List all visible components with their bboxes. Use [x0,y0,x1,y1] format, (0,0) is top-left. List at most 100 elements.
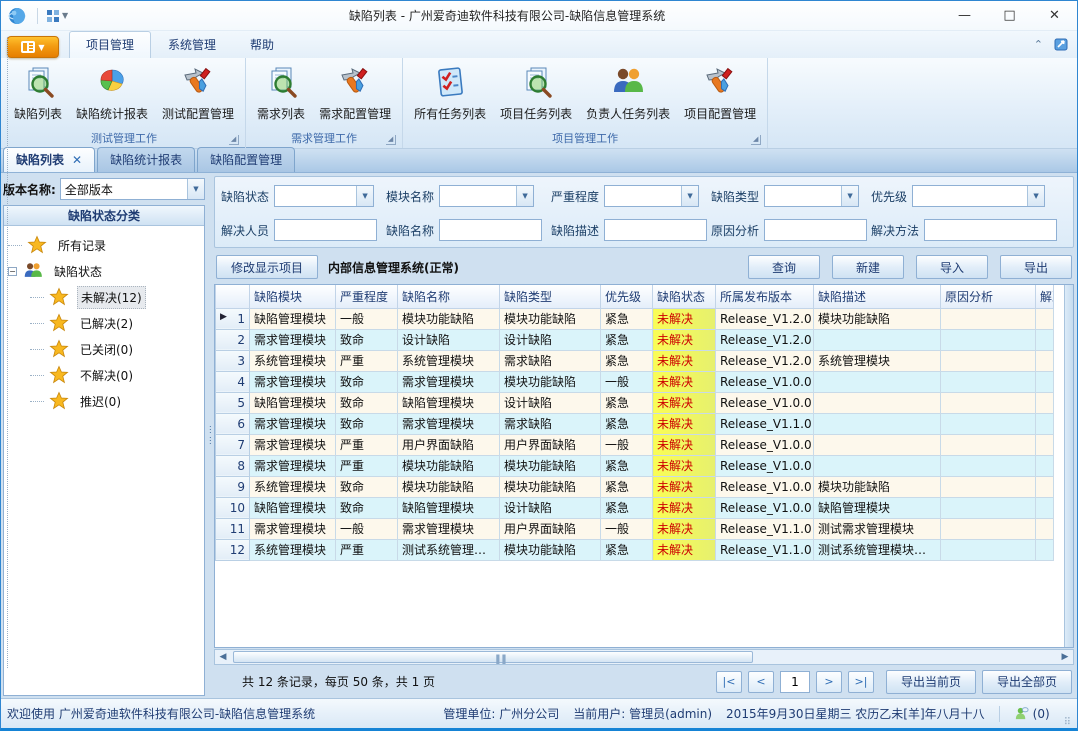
cell[interactable]: 系统管理模块 [250,350,336,371]
chevron-down-icon[interactable]: ▼ [516,186,533,206]
export-current-page-button[interactable]: 导出当前页 [886,670,976,694]
scroll-right-icon[interactable]: ▶ [1057,652,1073,662]
chevron-down-icon[interactable]: ▼ [841,186,858,206]
application-menu-button[interactable]: ▼ [7,36,59,58]
row-number[interactable]: 9 [216,476,250,497]
cell[interactable] [1036,392,1054,413]
cell[interactable] [941,476,1036,497]
cell[interactable]: 需求管理模块 [250,455,336,476]
cell[interactable] [941,413,1036,434]
style-switch-icon[interactable] [1053,36,1069,52]
row-indicator-header[interactable] [216,285,250,308]
cell[interactable]: 未解决 [653,434,716,455]
ribbon-tab-系统管理[interactable]: 系统管理 [151,31,233,58]
cell[interactable]: Release_V1.1.0 [716,539,814,560]
row-number[interactable]: 4 [216,371,250,392]
ribbon-button-需求列表[interactable]: 需求列表 [250,61,312,124]
export-all-pages-button[interactable]: 导出全部页 [982,670,1072,694]
column-header-优先级[interactable]: 优先级 [601,285,653,308]
ribbon-button-项目任务列表[interactable]: 项目任务列表 [493,61,579,124]
cell[interactable] [1036,455,1054,476]
vertical-splitter[interactable]: ⋯⋯ [205,173,214,698]
version-select[interactable]: 全部版本 ▼ [60,178,205,200]
column-header-缺陷名称[interactable]: 缺陷名称 [398,285,500,308]
cell[interactable]: 模块功能缺陷 [814,476,941,497]
cell[interactable]: 系统管理模块 [814,350,941,371]
row-number[interactable]: 7 [216,434,250,455]
cell[interactable] [814,329,941,350]
cell[interactable]: 需求管理模块 [250,413,336,434]
cell[interactable] [1036,413,1054,434]
column-header-缺陷状态[interactable]: 缺陷状态 [653,285,716,308]
cell[interactable] [814,455,941,476]
cell[interactable]: 未解决 [653,476,716,497]
tree-item-推迟(0)[interactable]: 推迟(0) [30,388,200,414]
cell[interactable]: 未解决 [653,329,716,350]
cell[interactable]: Release_V1.0.0 [716,434,814,455]
cell[interactable]: Release_V1.0.0 [716,371,814,392]
action-button-导入[interactable]: 导入 [916,255,988,279]
cell[interactable]: Release_V1.0.0 [716,455,814,476]
cell[interactable] [814,371,941,392]
cell[interactable]: 致命 [336,371,398,392]
column-header-原因分析[interactable]: 原因分析 [941,285,1036,308]
filter-input-缺陷状态[interactable] [275,186,356,206]
cell[interactable]: 一般 [601,518,653,539]
tree-item-未解决(12)[interactable]: 未解决(12) [30,284,200,310]
row-number[interactable]: 5 [216,392,250,413]
cell[interactable]: 一般 [336,308,398,329]
doc-tab-缺陷统计报表[interactable]: 缺陷统计报表 [97,147,195,172]
filter-input-严重程度[interactable] [605,186,681,206]
cell[interactable]: 系统管理模块 [250,476,336,497]
cell[interactable]: 需求管理模块 [250,371,336,392]
cell[interactable]: 紧急 [601,392,653,413]
table-row[interactable]: 9系统管理模块致命模块功能缺陷模块功能缺陷紧急未解决Release_V1.0.0… [216,476,1054,497]
cell[interactable]: 一般 [601,434,653,455]
cell[interactable]: 系统管理模块 [250,539,336,560]
column-header-解决方法[interactable]: 解决方法 [1036,285,1054,308]
row-number[interactable]: 8 [216,455,250,476]
filter-input-解决方法[interactable] [925,220,1056,240]
minimize-button[interactable]: — [942,1,987,30]
cell[interactable]: 模块功能缺陷 [500,455,601,476]
quick-access-toolbar-button[interactable]: ▼ [42,7,72,25]
cell[interactable]: 设计缺陷 [500,329,601,350]
filter-input-缺陷类型[interactable] [765,186,841,206]
cell[interactable]: 致命 [336,392,398,413]
row-number[interactable]: 2 [216,329,250,350]
collapse-node-icon[interactable]: − [8,267,17,276]
filter-input-解决人员[interactable] [275,220,376,240]
cell[interactable] [1036,539,1054,560]
modify-display-items-button[interactable]: 修改显示项目 [216,255,318,279]
cell[interactable] [941,497,1036,518]
cell[interactable]: 模块功能缺陷 [814,308,941,329]
cell[interactable] [941,350,1036,371]
scroll-left-icon[interactable]: ◀ [215,652,231,662]
action-button-导出[interactable]: 导出 [1000,255,1072,279]
cell[interactable] [941,539,1036,560]
doc-tab-缺陷列表[interactable]: 缺陷列表✕ [3,147,95,172]
cell[interactable]: 紧急 [601,455,653,476]
chevron-down-icon[interactable]: ▼ [187,179,204,199]
cell[interactable]: Release_V1.0.0 [716,497,814,518]
chevron-down-icon[interactable]: ▼ [681,186,698,206]
cell[interactable]: 模块功能缺陷 [398,455,500,476]
filter-input-缺陷描述[interactable] [605,220,706,240]
filter-input-缺陷名称[interactable] [440,220,541,240]
cell[interactable]: 模块功能缺陷 [398,476,500,497]
table-row[interactable]: 5缺陷管理模块致命缺陷管理模块设计缺陷紧急未解决Release_V1.0.0 [216,392,1054,413]
cell[interactable]: 紧急 [601,539,653,560]
cell[interactable]: 致命 [336,413,398,434]
chevron-down-icon[interactable]: ▼ [356,186,373,206]
cell[interactable]: 致命 [336,476,398,497]
cell[interactable]: 严重 [336,434,398,455]
action-button-查询[interactable]: 查询 [748,255,820,279]
ribbon-button-负责人任务列表[interactable]: 负责人任务列表 [579,61,677,124]
cell[interactable] [941,392,1036,413]
close-tab-icon[interactable]: ✕ [72,153,82,167]
column-header-缺陷类型[interactable]: 缺陷类型 [500,285,601,308]
table-row[interactable]: 6需求管理模块致命需求管理模块需求缺陷紧急未解决Release_V1.1.0 [216,413,1054,434]
ribbon-button-缺陷列表[interactable]: 缺陷列表 [7,61,69,124]
cell[interactable]: 需求管理模块 [398,371,500,392]
cell[interactable]: 一般 [601,371,653,392]
